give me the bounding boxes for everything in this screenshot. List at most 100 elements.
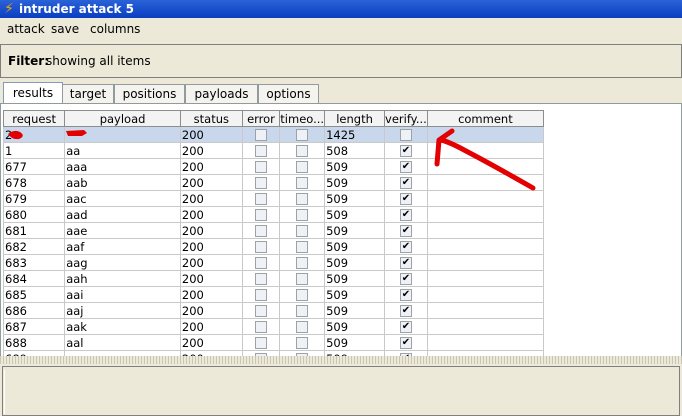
verify-checkbox[interactable]: ✔ [399, 193, 412, 205]
table-row[interactable]: 681 aae 200 509 ✔ [3, 222, 544, 239]
error-checkbox[interactable] [254, 209, 267, 221]
tab-target[interactable]: target [62, 84, 114, 103]
cell-timeout [279, 270, 326, 287]
table-row[interactable]: 680 aad 200 509 ✔ [3, 206, 544, 223]
table-row[interactable]: 683 aag 200 509 ✔ [3, 254, 544, 271]
verify-checkbox[interactable]: ✔ [399, 273, 412, 285]
error-checkbox[interactable] [254, 145, 267, 157]
verify-checkbox[interactable]: ✔ [399, 337, 412, 349]
timeout-checkbox[interactable] [296, 305, 309, 317]
cell-request: 679 [3, 190, 66, 207]
error-checkbox[interactable] [254, 193, 267, 205]
timeout-checkbox[interactable] [296, 241, 309, 253]
cell-timeout [279, 286, 326, 303]
error-checkbox[interactable] [254, 177, 267, 189]
cell-verify: ✔ [384, 222, 428, 239]
cell-comment [426, 318, 544, 335]
timeout-checkbox[interactable] [296, 177, 309, 189]
verify-checkbox[interactable] [399, 129, 412, 141]
verify-checkbox[interactable]: ✔ [399, 145, 412, 157]
verify-checkbox[interactable]: ✔ [399, 257, 412, 269]
cell-verify [384, 126, 428, 143]
col-header-payload[interactable]: payload [64, 110, 181, 127]
cell-error [241, 318, 281, 335]
error-checkbox[interactable] [254, 129, 267, 141]
error-checkbox[interactable] [254, 305, 267, 317]
cell-error [241, 222, 281, 239]
verify-checkbox[interactable]: ✔ [399, 305, 412, 317]
table-row[interactable]: 677 aaa 200 509 ✔ [3, 158, 544, 175]
error-checkbox[interactable] [254, 273, 267, 285]
cell-comment [426, 302, 544, 319]
table-row[interactable]: 685 aai 200 509 ✔ [3, 286, 544, 303]
table-row[interactable]: 687 aak 200 509 ✔ [3, 318, 544, 335]
verify-checkbox[interactable]: ✔ [399, 209, 412, 221]
timeout-checkbox[interactable] [296, 321, 309, 333]
cell-status: 200 [179, 222, 243, 239]
tab-payloads[interactable]: payloads [185, 84, 258, 103]
table-row[interactable]: 678 aab 200 509 ✔ [3, 174, 544, 191]
tab-positions[interactable]: positions [114, 84, 185, 103]
cell-comment [426, 334, 544, 351]
timeout-checkbox[interactable] [296, 225, 309, 237]
col-header-error[interactable]: error [241, 110, 281, 127]
col-header-comment[interactable]: comment [426, 110, 544, 127]
error-checkbox[interactable] [254, 321, 267, 333]
table-header: request payload status error timeo... le… [3, 110, 544, 127]
cell-verify: ✔ [384, 158, 428, 175]
timeout-checkbox[interactable] [296, 257, 309, 269]
error-checkbox[interactable] [254, 241, 267, 253]
timeout-checkbox[interactable] [296, 161, 309, 173]
col-header-verify[interactable]: verify... [384, 110, 428, 127]
cell-payload: aac [64, 190, 181, 207]
cell-request: 687 [3, 318, 66, 335]
cell-request: 680 [3, 206, 66, 223]
cell-verify: ✔ [384, 174, 428, 191]
cell-request: 686 [3, 302, 66, 319]
table-row[interactable]: 2 200 1425 [3, 126, 544, 143]
cell-length: 509 [324, 222, 386, 239]
col-header-status[interactable]: status [179, 110, 243, 127]
cell-verify: ✔ [384, 302, 428, 319]
col-header-timeout[interactable]: timeo... [279, 110, 326, 127]
verify-checkbox[interactable]: ✔ [399, 289, 412, 301]
cell-timeout [279, 318, 326, 335]
timeout-checkbox[interactable] [296, 129, 309, 141]
timeout-checkbox[interactable] [296, 145, 309, 157]
table-row[interactable]: 686 aaj 200 509 ✔ [3, 302, 544, 319]
table-row[interactable]: 684 aah 200 509 ✔ [3, 270, 544, 287]
verify-checkbox[interactable]: ✔ [399, 177, 412, 189]
pane-splitter[interactable] [0, 356, 682, 364]
col-header-length[interactable]: length [324, 110, 386, 127]
error-checkbox[interactable] [254, 161, 267, 173]
timeout-checkbox[interactable] [296, 337, 309, 349]
timeout-checkbox[interactable] [296, 273, 309, 285]
menu-save[interactable]: save [51, 22, 79, 36]
timeout-checkbox[interactable] [296, 289, 309, 301]
menu-attack[interactable]: attack [7, 22, 45, 36]
cell-timeout [279, 206, 326, 223]
menu-columns[interactable]: columns [90, 22, 140, 36]
table-row[interactable]: 1 aa 200 508 ✔ [3, 142, 544, 159]
tab-options[interactable]: options [258, 84, 319, 103]
verify-checkbox[interactable]: ✔ [399, 161, 412, 173]
error-checkbox[interactable] [254, 337, 267, 349]
results-table-viewport[interactable]: request payload status error timeo... le… [3, 110, 544, 358]
filter-bar[interactable]: Filter: showing all items [0, 44, 682, 78]
cell-timeout [279, 222, 326, 239]
tab-results[interactable]: results [3, 82, 63, 104]
timeout-checkbox[interactable] [296, 209, 309, 221]
col-header-request[interactable]: request [3, 110, 66, 127]
table-row[interactable]: 688 aal 200 509 ✔ [3, 334, 544, 351]
cell-timeout [279, 334, 326, 351]
error-checkbox[interactable] [254, 289, 267, 301]
table-row[interactable]: 679 aac 200 509 ✔ [3, 190, 544, 207]
error-checkbox[interactable] [254, 225, 267, 237]
table-row[interactable]: 682 aaf 200 509 ✔ [3, 238, 544, 255]
verify-checkbox[interactable]: ✔ [399, 241, 412, 253]
verify-checkbox[interactable]: ✔ [399, 225, 412, 237]
verify-checkbox[interactable]: ✔ [399, 321, 412, 333]
error-checkbox[interactable] [254, 257, 267, 269]
timeout-checkbox[interactable] [296, 193, 309, 205]
cell-payload: aah [64, 270, 181, 287]
